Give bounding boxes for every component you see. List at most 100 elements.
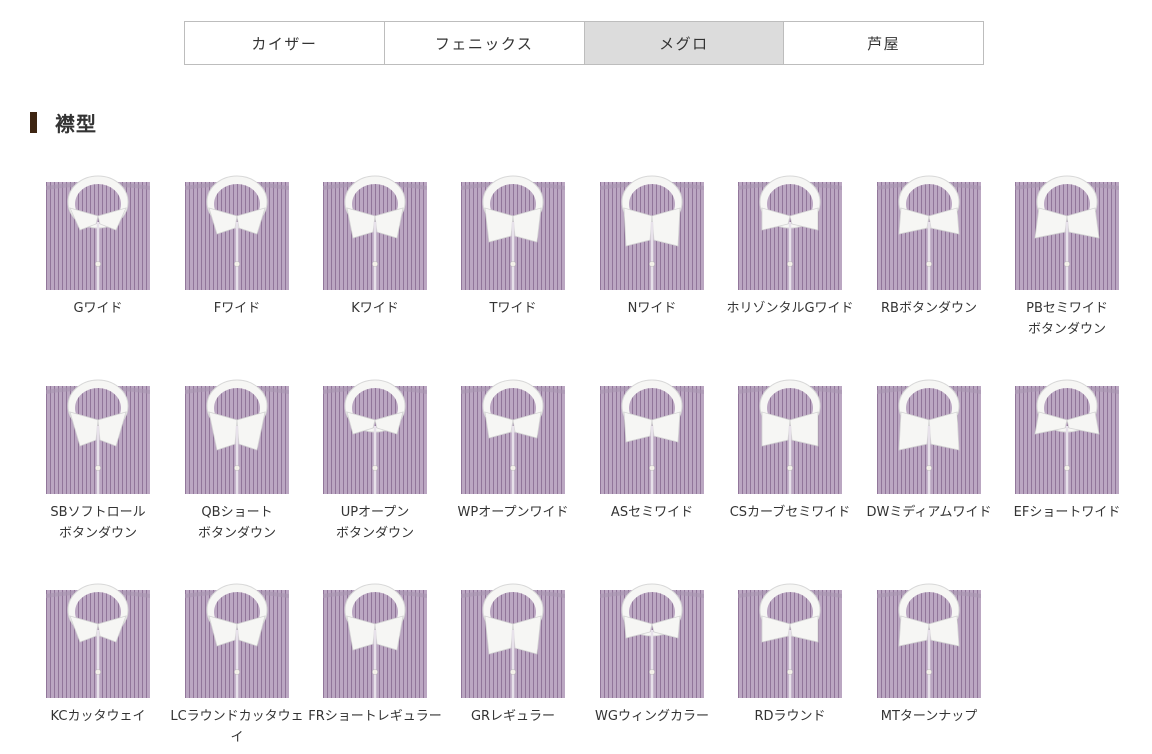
collar-item[interactable]: Tワイド: [444, 172, 582, 319]
collar-caption: MTターンナップ: [860, 706, 998, 727]
shirt-collar-image: [323, 175, 427, 290]
shirt-collar-image: [46, 379, 150, 494]
collar-item[interactable]: SBソフトロール ボタンダウン: [29, 376, 167, 544]
collar-caption: QBショート ボタンダウン: [168, 502, 306, 544]
collar-item[interactable]: ホリゾンタルGワイド: [721, 172, 859, 319]
collar-name: UPオープン: [340, 505, 410, 520]
collar-name: SBソフトロール: [50, 505, 146, 520]
collar-thumbnail[interactable]: [185, 172, 289, 290]
collar-thumbnail[interactable]: [738, 376, 842, 494]
collar-caption: PBセミワイド ボタンダウン: [998, 298, 1136, 340]
collar-thumbnail[interactable]: [877, 580, 981, 698]
collar-grid: Gワイド Fワイド Kワイド Tワイド Nワイド ホリゾンタルGワイド RBボタンダウン PB…: [0, 0, 1152, 754]
collar-caption: Tワイド: [444, 298, 582, 319]
collar-name-line2: ボタンダウン: [197, 526, 276, 541]
collar-caption: WGウィングカラー: [583, 706, 721, 727]
collar-item[interactable]: GRレギュラー: [444, 580, 582, 727]
collar-name: EFショートワイド: [1013, 505, 1121, 520]
collar-thumbnail[interactable]: [877, 376, 981, 494]
collar-thumbnail[interactable]: [738, 172, 842, 290]
shirt-collar-image: [877, 583, 981, 698]
collar-thumbnail[interactable]: [46, 580, 150, 698]
shirt-collar-image: [461, 583, 565, 698]
collar-name-line2: ボタンダウン: [58, 526, 137, 541]
shirt-collar-image: [185, 379, 289, 494]
collar-item[interactable]: QBショート ボタンダウン: [168, 376, 306, 544]
collar-caption: DWミディアムワイド: [860, 502, 998, 523]
collar-thumbnail[interactable]: [323, 376, 427, 494]
collar-thumbnail[interactable]: [1015, 376, 1119, 494]
collar-item[interactable]: DWミディアムワイド: [860, 376, 998, 523]
collar-caption: CSカーブセミワイド: [721, 502, 859, 523]
collar-thumbnail[interactable]: [600, 376, 704, 494]
collar-item[interactable]: WGウィングカラー: [583, 580, 721, 727]
collar-thumbnail[interactable]: [46, 376, 150, 494]
collar-thumbnail[interactable]: [600, 580, 704, 698]
collar-caption: Fワイド: [168, 298, 306, 319]
collar-thumbnail[interactable]: [461, 376, 565, 494]
collar-thumbnail[interactable]: [461, 172, 565, 290]
collar-name: CSカーブセミワイド: [729, 505, 851, 520]
collar-caption: Gワイド: [29, 298, 167, 319]
collar-name-line2: ボタンダウン: [1027, 322, 1106, 337]
collar-name: RBボタンダウン: [881, 301, 977, 316]
collar-item[interactable]: ASセミワイド: [583, 376, 721, 523]
shirt-collar-image: [461, 379, 565, 494]
collar-caption: SBソフトロール ボタンダウン: [29, 502, 167, 544]
collar-name: KCカッタウェイ: [50, 709, 146, 724]
collar-item[interactable]: KCカッタウェイ: [29, 580, 167, 727]
collar-caption: WPオープンワイド: [444, 502, 582, 523]
collar-item[interactable]: WPオープンワイド: [444, 376, 582, 523]
shirt-collar-image: [185, 583, 289, 698]
shirt-collar-image: [738, 379, 842, 494]
collar-caption: LCラウンドカッタウェイ: [168, 706, 306, 748]
collar-item[interactable]: PBセミワイド ボタンダウン: [998, 172, 1136, 340]
collar-thumbnail[interactable]: [600, 172, 704, 290]
collar-caption: ホリゾンタルGワイド: [721, 298, 859, 319]
collar-item[interactable]: Gワイド: [29, 172, 167, 319]
collar-item[interactable]: CSカーブセミワイド: [721, 376, 859, 523]
collar-item[interactable]: RDラウンド: [721, 580, 859, 727]
collar-item[interactable]: FRショートレギュラー: [306, 580, 444, 727]
collar-caption: FRショートレギュラー: [306, 706, 444, 727]
collar-item[interactable]: Nワイド: [583, 172, 721, 319]
shirt-collar-image: [461, 175, 565, 290]
shirt-collar-image: [600, 175, 704, 290]
shirt-collar-image: [877, 379, 981, 494]
shirt-collar-image: [877, 175, 981, 290]
collar-item[interactable]: MTターンナップ: [860, 580, 998, 727]
collar-thumbnail[interactable]: [323, 172, 427, 290]
collar-name: WGウィングカラー: [595, 709, 709, 724]
collar-name-line2: ボタンダウン: [335, 526, 414, 541]
collar-item[interactable]: UPオープン ボタンダウン: [306, 376, 444, 544]
collar-caption: UPオープン ボタンダウン: [306, 502, 444, 544]
collar-item[interactable]: LCラウンドカッタウェイ: [168, 580, 306, 748]
collar-item[interactable]: Kワイド: [306, 172, 444, 319]
collar-thumbnail[interactable]: [46, 172, 150, 290]
shirt-collar-image: [600, 379, 704, 494]
collar-caption: Kワイド: [306, 298, 444, 319]
collar-name: RDラウンド: [754, 709, 826, 724]
collar-name: Kワイド: [351, 301, 399, 316]
collar-name: MTターンナップ: [880, 709, 978, 724]
collar-name: Fワイド: [213, 301, 261, 316]
collar-thumbnail[interactable]: [461, 580, 565, 698]
collar-name: QBショート: [201, 505, 273, 520]
shirt-collar-image: [738, 175, 842, 290]
collar-thumbnail[interactable]: [185, 580, 289, 698]
collar-item[interactable]: RBボタンダウン: [860, 172, 998, 319]
collar-thumbnail[interactable]: [185, 376, 289, 494]
collar-name: WPオープンワイド: [457, 505, 569, 520]
collar-thumbnail[interactable]: [738, 580, 842, 698]
collar-thumbnail[interactable]: [1015, 172, 1119, 290]
shirt-collar-image: [738, 583, 842, 698]
collar-name: GRレギュラー: [470, 709, 556, 724]
collar-caption: RDラウンド: [721, 706, 859, 727]
collar-item[interactable]: EFショートワイド: [998, 376, 1136, 523]
collar-item[interactable]: Fワイド: [168, 172, 306, 319]
collar-thumbnail[interactable]: [877, 172, 981, 290]
collar-name: Tワイド: [489, 301, 537, 316]
collar-caption: ASセミワイド: [583, 502, 721, 523]
collar-name: Nワイド: [627, 301, 677, 316]
collar-thumbnail[interactable]: [323, 580, 427, 698]
